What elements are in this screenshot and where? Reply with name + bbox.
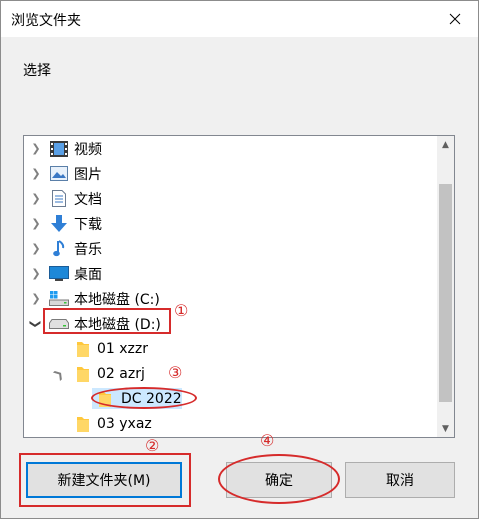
scroll-up-button[interactable]: ▲ xyxy=(437,136,454,153)
annotation-step-4: ④ xyxy=(260,431,275,450)
tree-item-downloads[interactable]: ❯ 下载 xyxy=(24,211,434,236)
close-icon xyxy=(449,13,461,25)
chevron-right-icon[interactable]: ❯ xyxy=(29,267,43,281)
tree-item-label: 02 azrj xyxy=(97,365,145,382)
chevron-right-icon[interactable]: ❯ xyxy=(29,167,43,181)
pictures-icon xyxy=(49,165,69,183)
annotation-step-3: ③ xyxy=(168,363,183,382)
folder-icon xyxy=(73,365,93,383)
tree-item-folder-dc2022[interactable]: DC 2022 xyxy=(24,386,434,411)
tree-item-label: 文档 xyxy=(74,191,102,208)
dialog-prompt: 选择 xyxy=(23,63,51,79)
tree-item-documents[interactable]: ❯ 文档 xyxy=(24,186,434,211)
folder-tree[interactable]: ❯ 视频 ❯ 图片 ❯ 文档 ❯ 下载 ❯ 音乐 ❯ 桌面 ❯ 本地磁盘 (C:… xyxy=(23,135,455,438)
chevron-right-icon[interactable]: ❯ xyxy=(29,292,43,306)
tree-item-videos[interactable]: ❯ 视频 xyxy=(24,136,434,161)
scroll-thumb[interactable] xyxy=(439,184,452,402)
folder-icon xyxy=(73,340,93,358)
tree-item-desktop[interactable]: ❯ 桌面 xyxy=(24,261,434,286)
video-icon xyxy=(49,140,69,158)
tree-item-pictures[interactable]: ❯ 图片 xyxy=(24,161,434,186)
scroll-down-button[interactable]: ▼ xyxy=(437,420,454,437)
tree-item-label: 本地磁盘 (C:) xyxy=(74,291,160,308)
annotation-oval-dc2022 xyxy=(91,387,197,409)
tree-item-label: 音乐 xyxy=(74,241,102,258)
cancel-button[interactable]: 取消 xyxy=(345,462,455,498)
tree-item-label: 视频 xyxy=(74,141,102,158)
tree-item-label: 03 yxaz xyxy=(97,415,152,432)
desktop-icon xyxy=(49,265,69,283)
documents-icon xyxy=(49,190,69,208)
tree-item-label: 01 xzzr xyxy=(97,340,149,357)
annotation-step-1: ① xyxy=(174,301,189,320)
annotation-box-drive-d xyxy=(43,308,171,334)
chevron-right-icon[interactable]: ❯ xyxy=(29,217,43,231)
tree-item-folder-02[interactable]: ❯ 02 azrj xyxy=(24,361,434,386)
tree-item-label: 图片 xyxy=(74,166,102,183)
chevron-right-icon[interactable]: ❯ xyxy=(48,364,68,384)
chevron-right-icon[interactable]: ❯ xyxy=(29,242,43,256)
tree-item-folder-01[interactable]: 01 xzzr xyxy=(24,336,434,361)
vertical-scrollbar[interactable]: ▲ ▼ xyxy=(437,136,454,437)
chevron-right-icon[interactable]: ❯ xyxy=(29,192,43,206)
music-icon xyxy=(49,240,69,258)
chevron-right-icon[interactable]: ❯ xyxy=(29,142,43,156)
window-title: 浏览文件夹 xyxy=(11,13,81,29)
tree-item-folder-03[interactable]: 03 yxaz xyxy=(24,411,434,436)
tree-item-music[interactable]: ❯ 音乐 xyxy=(24,236,434,261)
title-bar: 浏览文件夹 xyxy=(1,1,478,37)
folder-icon xyxy=(73,415,93,433)
windows-drive-icon xyxy=(49,290,69,308)
annotation-box-new-folder xyxy=(19,453,191,507)
download-icon xyxy=(49,215,69,233)
chevron-down-icon[interactable]: ❯ xyxy=(29,317,43,331)
annotation-oval-ok xyxy=(218,454,340,504)
tree-item-label: 下载 xyxy=(74,216,102,233)
tree-item-label: 桌面 xyxy=(74,266,102,283)
close-button[interactable] xyxy=(432,1,478,37)
annotation-step-2: ② xyxy=(145,436,160,455)
browse-folder-dialog: 浏览文件夹 选择 ❯ 视频 ❯ 图片 ❯ 文档 ❯ 下载 ❯ 音乐 ❯ 桌面 ❯… xyxy=(0,0,479,519)
